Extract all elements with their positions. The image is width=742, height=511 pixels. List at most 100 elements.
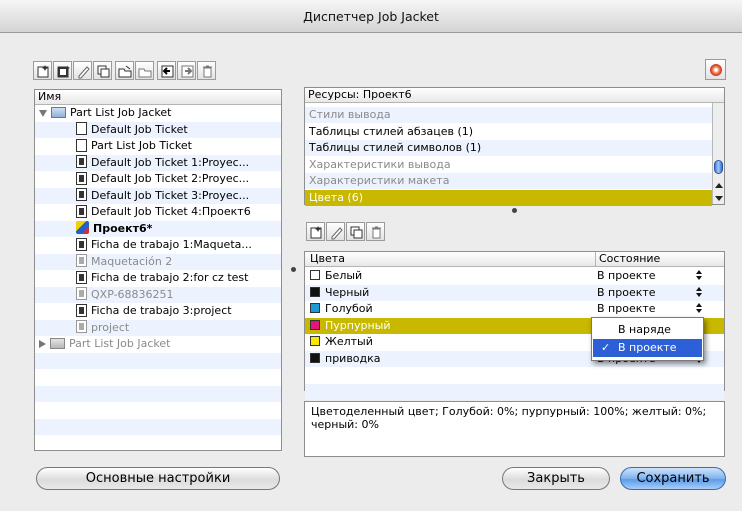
popup-option-label: В проекте [618, 341, 677, 354]
color-name: Желтый [325, 335, 373, 348]
splitter-handle-left[interactable] [291, 267, 296, 272]
updown-arrows-icon[interactable] [696, 303, 702, 313]
resource-item[interactable]: Цвета (6) [305, 189, 712, 206]
project-ticket-icon [76, 287, 87, 300]
tree-item-label: Part List Job Jacket [69, 337, 171, 350]
close-button[interactable]: Закрыть [502, 467, 610, 490]
save-button[interactable]: Сохранить [620, 467, 726, 490]
tree-row[interactable]: Maquetación 2 [35, 253, 281, 270]
status-popup-menu: В наряде ✓ В проекте [591, 317, 704, 361]
job-ticket-icon [76, 138, 87, 152]
tree-row [35, 418, 281, 435]
tree-row[interactable]: Part List Job Jacket [35, 105, 281, 121]
tree-row [35, 352, 281, 369]
tree-row[interactable]: Default Job Ticket [35, 121, 281, 138]
popup-option-in-order[interactable]: В наряде [593, 321, 702, 339]
tree-item-label: Ficha de trabajo 3:project [91, 304, 232, 317]
color-name: приводка [325, 351, 381, 365]
color-row[interactable]: Черный В проекте [305, 284, 724, 301]
project-ticket-icon [76, 320, 87, 333]
tree-row [35, 435, 281, 451]
tree-row[interactable]: Ficha de trabajo 3:project [35, 303, 281, 319]
tree-row [35, 369, 281, 385]
col-header-colors[interactable]: Цвета [310, 252, 345, 266]
tree-row[interactable]: Part List Job Jacket [35, 336, 281, 352]
scroll-down-arrow[interactable] [715, 196, 723, 201]
tree-row[interactable]: project [35, 319, 281, 336]
tree-row [35, 402, 281, 418]
tree-item-label: Part List Job Ticket [91, 139, 192, 152]
color-swatch [310, 319, 320, 330]
resource-item[interactable]: Таблицы стилей абзацев (1) [305, 124, 712, 140]
color-name: Белый [325, 269, 363, 282]
color-swatch [310, 352, 320, 363]
new-jacket-button[interactable] [33, 61, 52, 80]
color-status[interactable]: В проекте [597, 268, 656, 284]
tree-item-label: Part List Job Jacket [70, 106, 172, 119]
tree-row[interactable]: Part List Job Ticket [35, 138, 281, 154]
resource-item[interactable]: Стили вывода [305, 107, 712, 123]
tree-item-label: Ficha de trabajo 1:Maqueta... [91, 238, 252, 251]
color-swatch [310, 270, 320, 280]
updown-arrows-icon[interactable] [696, 286, 702, 297]
col-header-status[interactable]: Состояние [595, 252, 660, 267]
tree-row[interactable]: Ficha de trabajo 1:Maqueta... [35, 237, 281, 253]
import-button[interactable] [157, 61, 176, 80]
disclosure-open-icon[interactable] [39, 109, 47, 117]
color-name: Черный [325, 285, 370, 299]
export-button[interactable] [135, 61, 154, 80]
resource-edit-button[interactable] [326, 222, 345, 241]
resources-scrollbar[interactable] [712, 103, 724, 204]
resource-duplicate-button[interactable] [346, 222, 365, 241]
tree-row[interactable]: QXP-68836251 [35, 286, 281, 303]
color-row [305, 383, 724, 400]
color-status[interactable]: В проекте [597, 301, 656, 317]
edit-button[interactable] [73, 61, 92, 80]
color-row[interactable]: Белый В проекте [305, 268, 724, 284]
tree-item-label: project [91, 320, 130, 334]
new-ticket-button[interactable] [53, 61, 72, 80]
job-ticket-icon [76, 204, 87, 218]
color-status[interactable]: В проекте [597, 285, 656, 301]
tree-item-label: Default Job Ticket 4:Проект6 [91, 205, 251, 218]
jacket-toolbar [33, 61, 217, 81]
tree-row[interactable]: Проект6* [35, 220, 281, 237]
resource-item[interactable]: Таблицы стилей символов (1) [305, 140, 712, 156]
job-jacket-tree: Имя Part List Job Jacket Default Job Tick… [34, 89, 282, 451]
splitter-handle-top[interactable] [512, 208, 517, 213]
color-name: Пурпурный [325, 318, 391, 332]
job-ticket-icon [76, 303, 87, 317]
send-button[interactable] [177, 61, 196, 80]
updown-arrows-icon[interactable] [696, 270, 702, 280]
disclosure-closed-icon[interactable] [39, 340, 46, 348]
tree-row[interactable]: Ficha de trabajo 2:for cz test [35, 270, 281, 286]
job-ticket-icon [76, 188, 87, 201]
window-title: Диспетчер Job Jacket [303, 9, 439, 24]
tree-item-label: QXP-68836251 [91, 287, 174, 301]
checkmark-icon: ✓ [601, 341, 611, 354]
scroll-up-arrow[interactable] [715, 183, 723, 188]
resource-delete-button[interactable] [366, 222, 385, 241]
color-row[interactable]: Голубой В проекте [305, 301, 724, 317]
tree-row[interactable]: Default Job Ticket 3:Proyec... [35, 187, 281, 204]
resources-scroll-thumb[interactable] [714, 160, 723, 174]
tree-row[interactable]: Default Job Ticket 1:Proyec... [35, 154, 281, 171]
defaults-button[interactable]: Основные настройки [36, 467, 280, 490]
resources-list: Ресурсы: Проект6 Стили вывода Таблицы сти… [304, 87, 725, 206]
tree-row[interactable]: Default Job Ticket 2:Proyec... [35, 171, 281, 187]
resources-header[interactable]: Ресурсы: Проект6 [305, 88, 724, 103]
help-button[interactable] [705, 59, 726, 80]
color-name: Голубой [325, 302, 373, 315]
duplicate-button[interactable] [93, 61, 112, 80]
tree-row[interactable]: Default Job Ticket 4:Проект6 [35, 204, 281, 220]
resource-item[interactable]: Характеристики макета [305, 173, 712, 189]
tree-header[interactable]: Имя [35, 90, 281, 105]
color-swatch [310, 286, 320, 297]
delete-button[interactable] [197, 61, 216, 80]
open-button[interactable] [115, 61, 134, 80]
job-jacket-icon [51, 106, 66, 118]
resource-new-button[interactable] [306, 222, 325, 241]
resource-item[interactable]: Характеристики вывода [305, 157, 712, 173]
popup-option-in-project[interactable]: ✓ В проекте [593, 339, 702, 357]
help-icon [710, 64, 722, 76]
